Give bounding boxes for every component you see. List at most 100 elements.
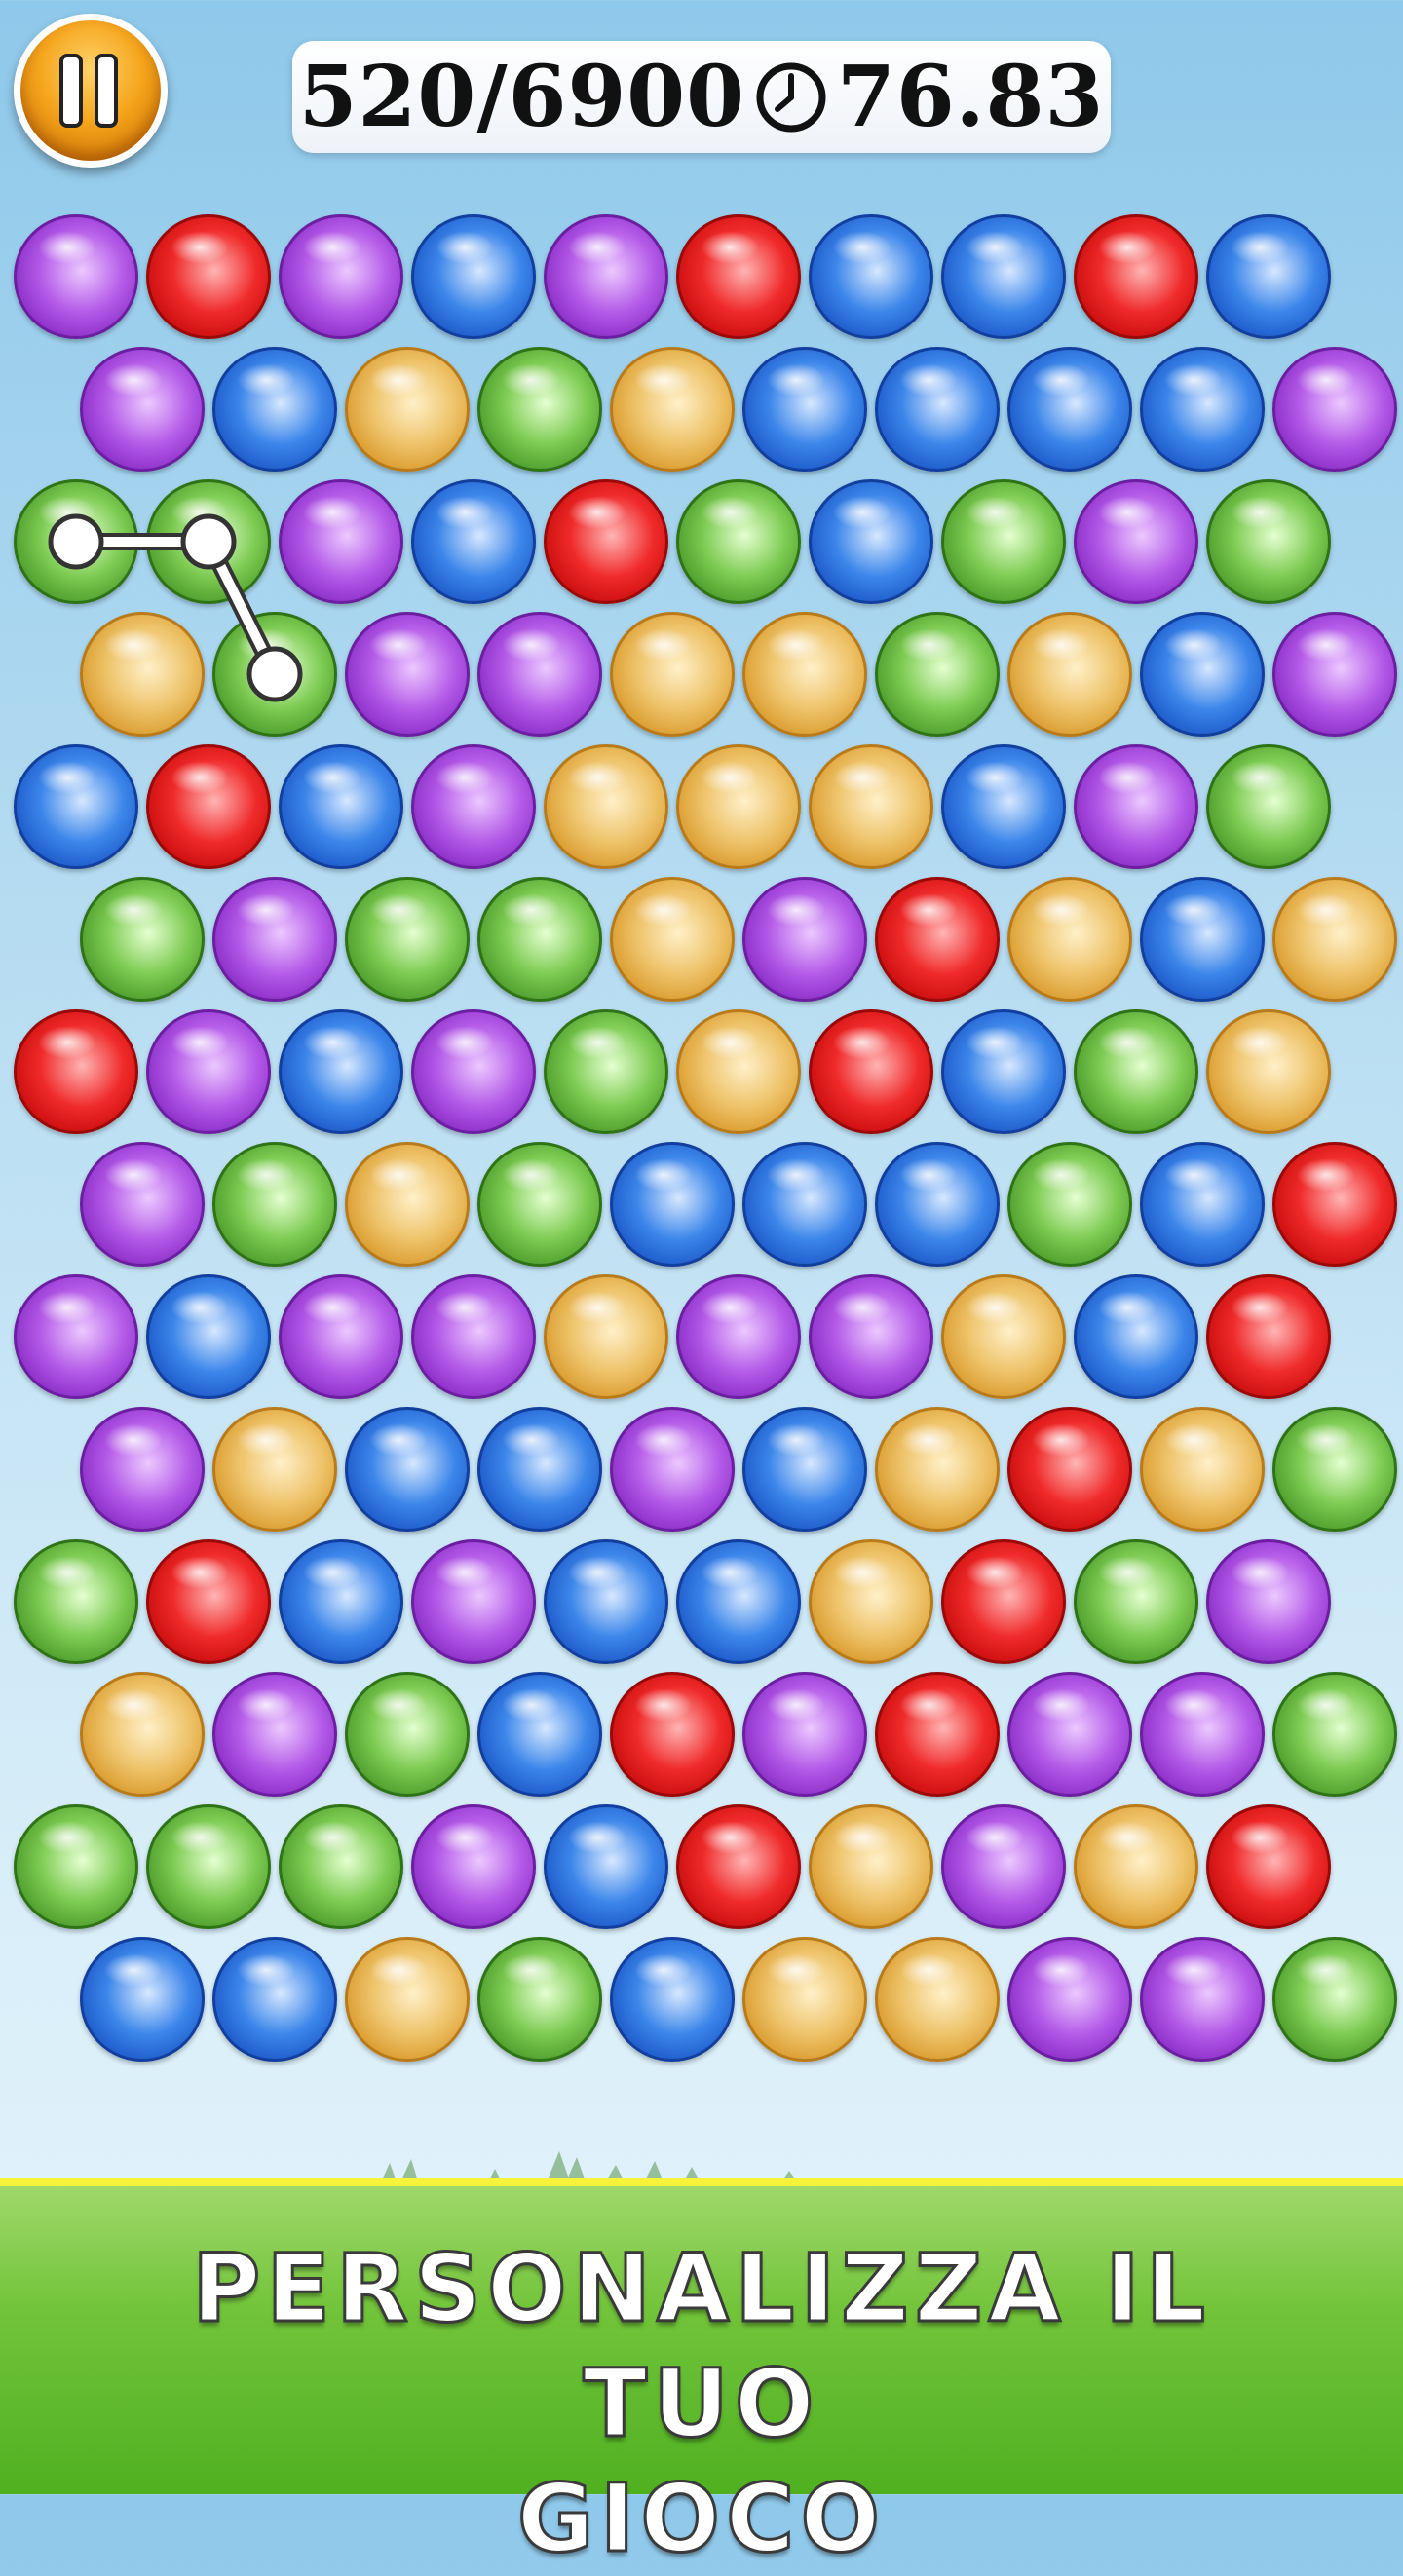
bubble-green[interactable]: [544, 1009, 668, 1134]
bubble-purple[interactable]: [676, 1274, 801, 1399]
bubble-red[interactable]: [676, 214, 801, 339]
bubble-green[interactable]: [345, 877, 470, 1002]
bubble-green[interactable]: [212, 612, 337, 737]
bubble-blue[interactable]: [411, 479, 536, 604]
bubble-blue[interactable]: [279, 1539, 403, 1664]
bubble-blue[interactable]: [80, 1937, 205, 2062]
bubble-blue[interactable]: [809, 479, 933, 604]
bubble-blue[interactable]: [610, 1142, 735, 1267]
bubble-green[interactable]: [1007, 1142, 1132, 1267]
bubble-green[interactable]: [1206, 479, 1331, 604]
bubble-green[interactable]: [477, 877, 602, 1002]
bubble-blue[interactable]: [1007, 347, 1132, 472]
bubble-blue[interactable]: [477, 1672, 602, 1797]
bubble-green[interactable]: [212, 1142, 337, 1267]
bubble-green[interactable]: [1074, 1539, 1198, 1664]
bubble-green[interactable]: [941, 479, 1066, 604]
bubble-green[interactable]: [1074, 1009, 1198, 1134]
bubble-gold[interactable]: [345, 347, 470, 472]
bubble-purple[interactable]: [1272, 612, 1397, 737]
bubble-green[interactable]: [14, 1539, 138, 1664]
bubble-green[interactable]: [1272, 1937, 1397, 2062]
bubble-gold[interactable]: [610, 347, 735, 472]
bubble-blue[interactable]: [212, 1937, 337, 2062]
bubble-gold[interactable]: [742, 1937, 867, 2062]
bubble-gold[interactable]: [1007, 612, 1132, 737]
bubble-red[interactable]: [1007, 1407, 1132, 1532]
bubble-green[interactable]: [477, 1142, 602, 1267]
bubble-purple[interactable]: [14, 1274, 138, 1399]
bubble-green[interactable]: [146, 479, 271, 604]
bubble-purple[interactable]: [411, 744, 536, 869]
bubble-green[interactable]: [875, 612, 1000, 737]
bubble-blue[interactable]: [544, 1804, 668, 1929]
bubble-red[interactable]: [1206, 1804, 1331, 1929]
bubble-purple[interactable]: [1140, 1672, 1265, 1797]
bubble-purple[interactable]: [809, 1274, 933, 1399]
bubble-blue[interactable]: [875, 347, 1000, 472]
bubble-blue[interactable]: [809, 214, 933, 339]
bubble-gold[interactable]: [544, 744, 668, 869]
bubble-blue[interactable]: [1140, 1142, 1265, 1267]
bubble-green[interactable]: [477, 1937, 602, 2062]
bubble-red[interactable]: [544, 479, 668, 604]
bubble-purple[interactable]: [279, 479, 403, 604]
bubble-green[interactable]: [1272, 1407, 1397, 1532]
bubble-red[interactable]: [941, 1539, 1066, 1664]
bubble-purple[interactable]: [212, 877, 337, 1002]
bubble-gold[interactable]: [809, 1539, 933, 1664]
bubble-purple[interactable]: [941, 1804, 1066, 1929]
bubble-gold[interactable]: [610, 612, 735, 737]
bubble-gold[interactable]: [1074, 1804, 1198, 1929]
bubble-blue[interactable]: [875, 1142, 1000, 1267]
bubble-purple[interactable]: [477, 612, 602, 737]
bubble-board[interactable]: [0, 0, 1403, 2143]
bubble-green[interactable]: [279, 1804, 403, 1929]
bubble-blue[interactable]: [411, 214, 536, 339]
bubble-gold[interactable]: [345, 1937, 470, 2062]
bubble-red[interactable]: [1272, 1142, 1397, 1267]
bubble-purple[interactable]: [1140, 1937, 1265, 2062]
bubble-blue[interactable]: [676, 1539, 801, 1664]
bubble-red[interactable]: [1206, 1274, 1331, 1399]
bubble-purple[interactable]: [1074, 744, 1198, 869]
bubble-gold[interactable]: [809, 1804, 933, 1929]
bubble-red[interactable]: [809, 1009, 933, 1134]
bubble-purple[interactable]: [279, 1274, 403, 1399]
bubble-purple[interactable]: [1007, 1937, 1132, 2062]
bubble-purple[interactable]: [279, 214, 403, 339]
bubble-gold[interactable]: [212, 1407, 337, 1532]
bubble-green[interactable]: [14, 1804, 138, 1929]
bubble-blue[interactable]: [1074, 1274, 1198, 1399]
bubble-purple[interactable]: [411, 1274, 536, 1399]
bubble-gold[interactable]: [676, 1009, 801, 1134]
bubble-blue[interactable]: [1140, 612, 1265, 737]
bubble-green[interactable]: [477, 347, 602, 472]
bubble-green[interactable]: [14, 479, 138, 604]
bubble-blue[interactable]: [1140, 347, 1265, 472]
bubble-blue[interactable]: [14, 744, 138, 869]
bubble-blue[interactable]: [941, 1009, 1066, 1134]
bubble-green[interactable]: [676, 479, 801, 604]
bubble-purple[interactable]: [14, 214, 138, 339]
bubble-green[interactable]: [80, 877, 205, 1002]
bubble-purple[interactable]: [610, 1407, 735, 1532]
bubble-purple[interactable]: [1206, 1539, 1331, 1664]
bubble-purple[interactable]: [146, 1009, 271, 1134]
bubble-red[interactable]: [146, 744, 271, 869]
bubble-red[interactable]: [610, 1672, 735, 1797]
bubble-gold[interactable]: [809, 744, 933, 869]
bubble-blue[interactable]: [610, 1937, 735, 2062]
bubble-blue[interactable]: [279, 1009, 403, 1134]
bubble-purple[interactable]: [212, 1672, 337, 1797]
pause-button[interactable]: [14, 14, 168, 168]
bubble-blue[interactable]: [477, 1407, 602, 1532]
bubble-purple[interactable]: [345, 612, 470, 737]
bubble-purple[interactable]: [742, 1672, 867, 1797]
bubble-green[interactable]: [1206, 744, 1331, 869]
bubble-gold[interactable]: [544, 1274, 668, 1399]
bubble-gold[interactable]: [676, 744, 801, 869]
bubble-gold[interactable]: [1140, 1407, 1265, 1532]
bubble-purple[interactable]: [742, 877, 867, 1002]
bubble-blue[interactable]: [941, 214, 1066, 339]
